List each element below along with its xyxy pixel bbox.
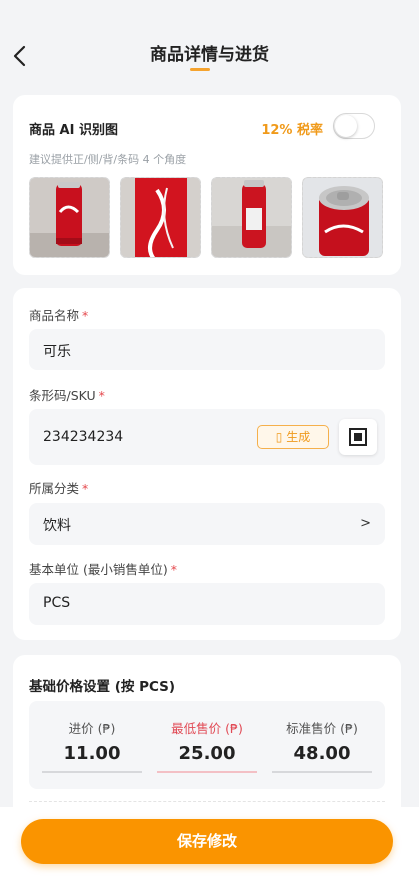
product-photo-side[interactable] [120, 177, 201, 258]
toggle-knob [335, 115, 357, 137]
min-price-label: 最低售价 (₱) [171, 721, 243, 736]
cost-price-field[interactable]: 进价 (₱) 11.00 [42, 701, 142, 789]
min-price-value: 25.00 [178, 743, 236, 764]
cost-price-underline [42, 771, 142, 773]
category-label: 所属分类 * [29, 481, 89, 496]
category-value: 饮料 [43, 518, 71, 534]
chevron-right-icon: > [360, 516, 371, 531]
header: 商品详情与进货 [0, 0, 419, 80]
ai-image-card: 商品 AI 识别图 12% 税率 建议提供正/侧/背/条码 4 个角度 [13, 95, 401, 275]
unit-field[interactable]: PCS [29, 583, 385, 625]
scan-icon [349, 428, 367, 446]
category-select[interactable]: 饮料 > [29, 503, 385, 545]
tax-rate-toggle[interactable] [333, 113, 375, 139]
sku-label: 条形码/SKU * [29, 388, 105, 403]
sku-value: 234234234 [43, 429, 124, 445]
cost-price-value: 11.00 [63, 743, 121, 764]
min-price-field[interactable]: 最低售价 (₱) 25.00 [157, 701, 257, 789]
pricing-title: 基础价格设置 (按 PCS) [29, 679, 176, 695]
footer-bar: 保存修改 [0, 807, 419, 893]
generate-sku-button[interactable]: ▯ 生成 [257, 425, 329, 449]
tax-rate-label: 12% 税率 [261, 123, 323, 138]
product-name-field[interactable]: 可乐 [29, 329, 385, 370]
save-button[interactable]: 保存修改 [21, 819, 393, 864]
unit-value: PCS [43, 595, 71, 611]
std-price-value: 48.00 [293, 743, 351, 764]
product-form-card: 商品名称 * 可乐 条形码/SKU * 234234234 ▯ 生成 所属分类 * 饮… [13, 288, 401, 640]
unit-label: 基本单位 (最小销售单位) * [29, 562, 177, 577]
cost-price-label: 进价 (₱) [68, 721, 116, 736]
ai-section-hint: 建议提供正/侧/背/条码 4 个角度 [29, 153, 187, 166]
product-photos [29, 177, 383, 258]
ai-section-title: 商品 AI 识别图 [29, 123, 118, 138]
product-photo-barcode[interactable] [302, 177, 383, 258]
product-photo-front[interactable] [29, 177, 110, 258]
std-price-field[interactable]: 标准售价 (₱) 48.00 [272, 701, 372, 789]
min-price-underline [157, 771, 257, 773]
price-panel: 进价 (₱) 11.00 最低售价 (₱) 25.00 标准售价 (₱) 48.… [29, 701, 385, 789]
section-divider [29, 801, 385, 802]
std-price-label: 标准售价 (₱) [286, 721, 358, 736]
product-name-label: 商品名称 * [29, 308, 89, 323]
product-photo-back[interactable] [211, 177, 292, 258]
scan-barcode-button[interactable] [339, 419, 377, 455]
page-title: 商品详情与进货 [150, 45, 269, 65]
product-name-value: 可乐 [43, 344, 71, 360]
sku-field[interactable]: 234234234 ▯ 生成 [29, 409, 385, 465]
title-underline [190, 68, 210, 71]
std-price-underline [272, 771, 372, 773]
